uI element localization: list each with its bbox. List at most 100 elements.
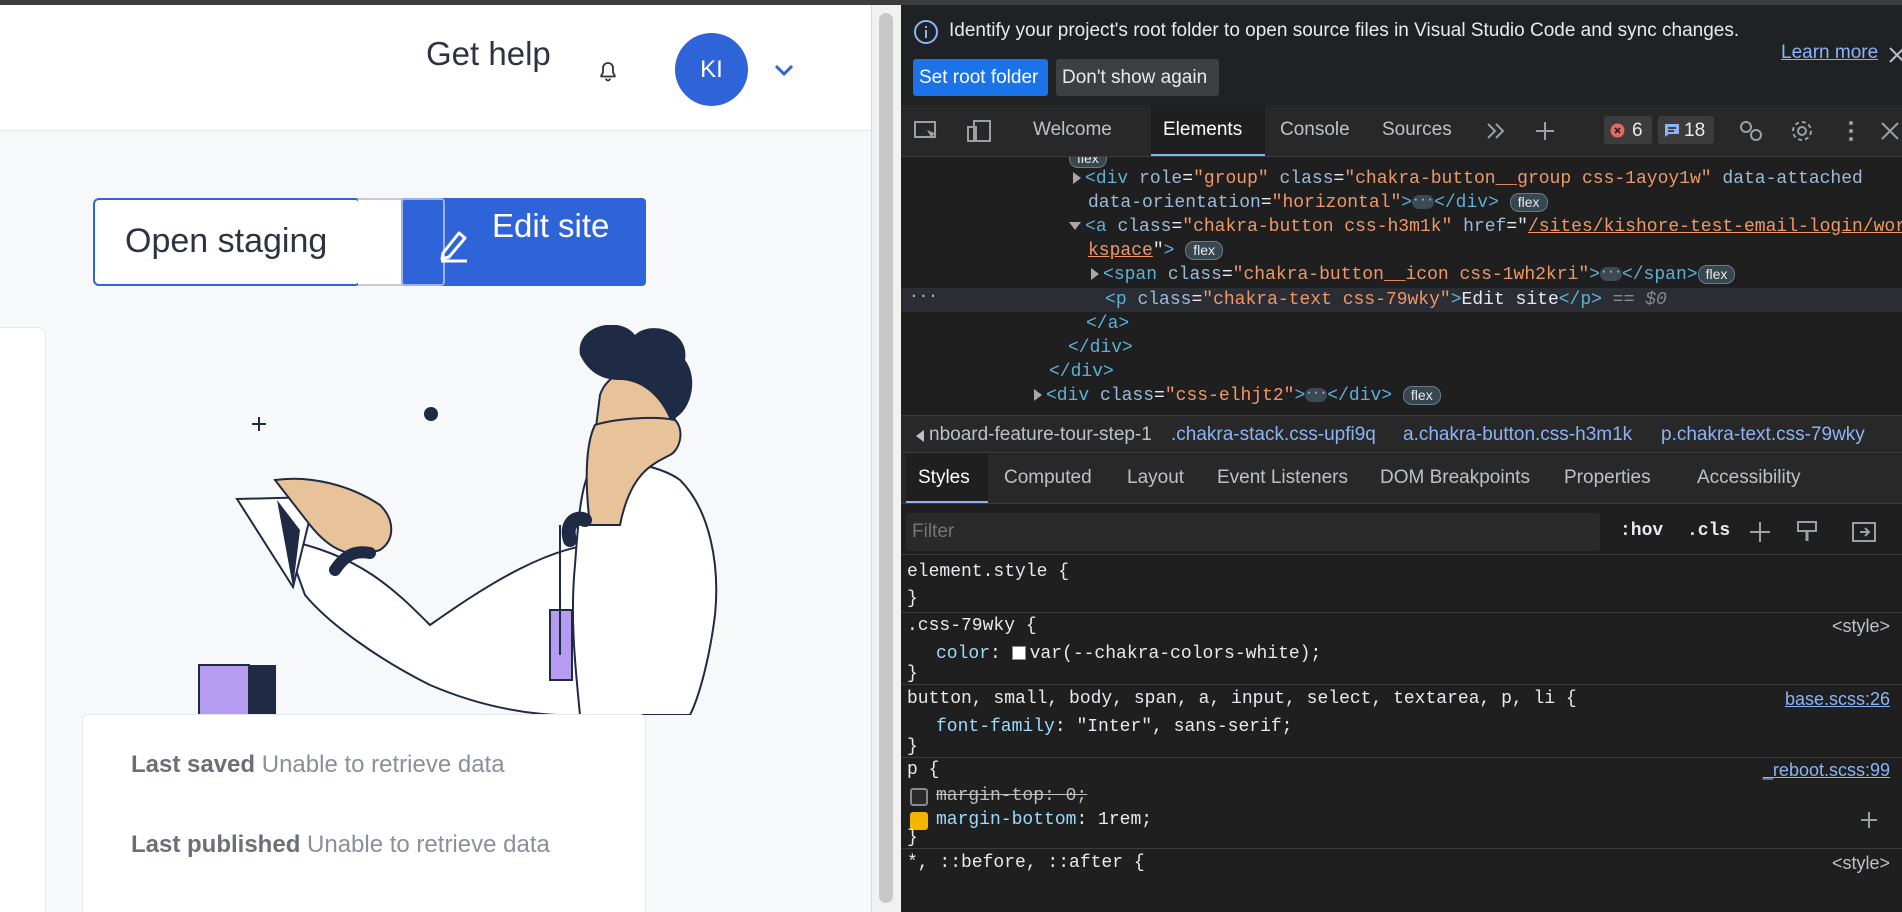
dom-line-2[interactable]: data-orientation="horizontal">···</div> … [1088, 191, 1548, 215]
infobar-message: Identify your project's root folder to o… [949, 20, 1740, 41]
get-help-link[interactable]: Get help [426, 35, 551, 73]
expand-arrow[interactable] [1073, 172, 1081, 185]
connect-icon[interactable] [1737, 119, 1765, 143]
kebab-menu-icon[interactable] [1837, 119, 1865, 143]
rule-selector[interactable]: .css-79wky { [907, 614, 1037, 638]
add-declaration-icon[interactable] [1859, 810, 1879, 830]
filter-input[interactable] [906, 513, 1600, 551]
dom-line-10[interactable]: <div class="css-elhjt2">···</div> flex [1034, 384, 1441, 408]
devtools-infobar: Identify your project's root folder to o… [901, 5, 1902, 105]
node-actions-ellipsis[interactable]: ··· [909, 287, 938, 305]
rule-source[interactable]: <style> [1832, 616, 1890, 637]
flex-pill[interactable]: flex [1185, 240, 1224, 260]
error-count: 6 [1632, 120, 1643, 141]
paint-brush-icon[interactable] [1794, 519, 1820, 545]
breadcrumb-item[interactable]: a.chakra-button.css-h3m1k [1403, 424, 1632, 446]
ellipsis-badge[interactable]: ··· [1599, 266, 1622, 282]
css-declaration[interactable]: margin-bottom: 1rem; [936, 808, 1152, 832]
dom-line-6-selected[interactable]: <p class="chakra-text css-79wky">Edit si… [1105, 288, 1667, 312]
tab-event-listeners[interactable]: Event Listeners [1217, 467, 1348, 489]
error-count-badge[interactable]: 6 [1604, 116, 1652, 144]
add-tab-icon[interactable] [1531, 119, 1559, 143]
more-tabs-icon[interactable] [1483, 119, 1511, 143]
tab-layout[interactable]: Layout [1127, 467, 1184, 489]
dom-line-8[interactable]: </div> [1068, 336, 1133, 360]
color-swatch[interactable] [1011, 646, 1026, 661]
chevron-down-icon[interactable] [773, 62, 795, 78]
site-status-card: Last saved Unable to retrieve data Last … [82, 714, 646, 912]
toggle-sidebar-icon[interactable] [1851, 519, 1877, 545]
collapse-arrow[interactable] [1069, 222, 1081, 231]
error-icon [1610, 123, 1625, 138]
new-rule-icon[interactable] [1747, 519, 1773, 545]
hov-toggle[interactable]: :hov [1620, 521, 1663, 541]
rule-divider [901, 612, 1902, 613]
dom-tree: flex <div role="group" class="chakra-but… [901, 157, 1902, 413]
rule-source[interactable]: <style> [1832, 853, 1890, 874]
tab-elements[interactable]: Elements [1151, 105, 1265, 156]
expand-arrow[interactable] [1034, 389, 1042, 402]
flex-pill[interactable]: flex [1402, 385, 1441, 405]
close-devtools-icon[interactable] [1876, 119, 1902, 143]
breadcrumb: nboard-feature-tour-step-1 .chakra-stack… [901, 415, 1902, 453]
open-staging-button[interactable]: Open staging [93, 198, 361, 286]
tab-properties[interactable]: Properties [1564, 467, 1651, 489]
dom-line-7[interactable]: </a> [1086, 312, 1129, 336]
flex-pill[interactable]: flex [1509, 192, 1548, 212]
tab-styles[interactable]: Styles [906, 454, 988, 503]
cls-toggle[interactable]: .cls [1687, 521, 1730, 541]
rule-end: } [907, 828, 918, 848]
declaration-checkbox[interactable] [910, 788, 928, 806]
tab-dom-breakpoints[interactable]: DOM Breakpoints [1380, 467, 1530, 489]
rule-selector[interactable]: p { [907, 758, 939, 782]
ellipsis-badge[interactable]: ··· [1305, 387, 1328, 403]
tab-welcome[interactable]: Welcome [1033, 119, 1112, 141]
scrollbar-thumb[interactable] [879, 13, 893, 903]
css-declaration[interactable]: color: var(--chakra-colors-white); [936, 642, 1321, 666]
learn-more-link[interactable]: Learn more [1781, 42, 1878, 64]
rule-selector[interactable]: *, ::before, ::after { [907, 851, 1145, 875]
tab-computed[interactable]: Computed [1004, 467, 1092, 489]
tab-accessibility[interactable]: Accessibility [1697, 467, 1800, 489]
last-saved-row: Last saved Unable to retrieve data [131, 751, 505, 779]
gear-icon[interactable] [1788, 119, 1816, 143]
open-staging-label: Open staging [125, 222, 328, 260]
breadcrumb-item[interactable]: p.chakra-text.css-79wky [1661, 424, 1865, 446]
styles-pane: element.style { } .css-79wky { <style> c… [901, 556, 1902, 912]
message-icon [1665, 124, 1679, 137]
breadcrumb-item[interactable]: .chakra-stack.css-upfi9q [1171, 424, 1376, 446]
dom-line-3[interactable]: <a class="chakra-button css-h3m1k" href=… [1069, 215, 1902, 239]
device-toolbar-icon[interactable] [965, 119, 993, 143]
rule-selector[interactable]: element.style { [907, 560, 1069, 584]
message-count-badge[interactable]: 18 [1658, 116, 1714, 144]
set-root-folder-button[interactable]: Set root folder [913, 59, 1048, 96]
dom-line-9[interactable]: </div> [1049, 360, 1114, 384]
developer-illustration [198, 325, 718, 715]
css-declaration[interactable]: font-family: "Inter", sans-serif; [936, 715, 1292, 739]
rule-source-link[interactable]: _reboot.scss:99 [1763, 760, 1890, 781]
tab-sources[interactable]: Sources [1382, 119, 1452, 141]
app-scrollbar[interactable] [871, 5, 901, 912]
dom-line-5[interactable]: <span class="chakra-button__icon css-1wh… [1091, 263, 1736, 287]
close-icon[interactable] [1887, 45, 1902, 65]
ellipsis-badge[interactable]: ··· [1412, 194, 1435, 210]
breadcrumb-scroll-left-icon[interactable] [916, 430, 924, 442]
inspect-element-icon[interactable] [913, 119, 941, 143]
dont-show-again-button[interactable]: Don't show again [1056, 59, 1219, 96]
rule-source-link[interactable]: base.scss:26 [1785, 689, 1890, 710]
rule-selector[interactable]: button, small, body, span, a, input, sel… [907, 687, 1577, 711]
dom-line-1[interactable]: <div role="group" class="chakra-button__… [1073, 167, 1863, 191]
rule-divider [901, 848, 1902, 849]
avatar[interactable]: KI [675, 33, 748, 106]
app-header: Get help KI [0, 5, 871, 131]
bell-icon[interactable] [596, 60, 620, 84]
dom-line-4[interactable]: kspace"> flex [1088, 239, 1224, 263]
breadcrumb-item[interactable]: nboard-feature-tour-step-1 [929, 424, 1152, 446]
devtools-panel: Identify your project's root folder to o… [901, 5, 1902, 912]
flex-pill[interactable]: flex [1697, 264, 1736, 284]
css-declaration-disabled[interactable]: margin-top: 0; [936, 784, 1087, 808]
expand-arrow[interactable] [1091, 268, 1099, 281]
info-icon [914, 20, 938, 44]
last-saved-label: Last saved [131, 751, 256, 778]
tab-console[interactable]: Console [1280, 119, 1350, 141]
